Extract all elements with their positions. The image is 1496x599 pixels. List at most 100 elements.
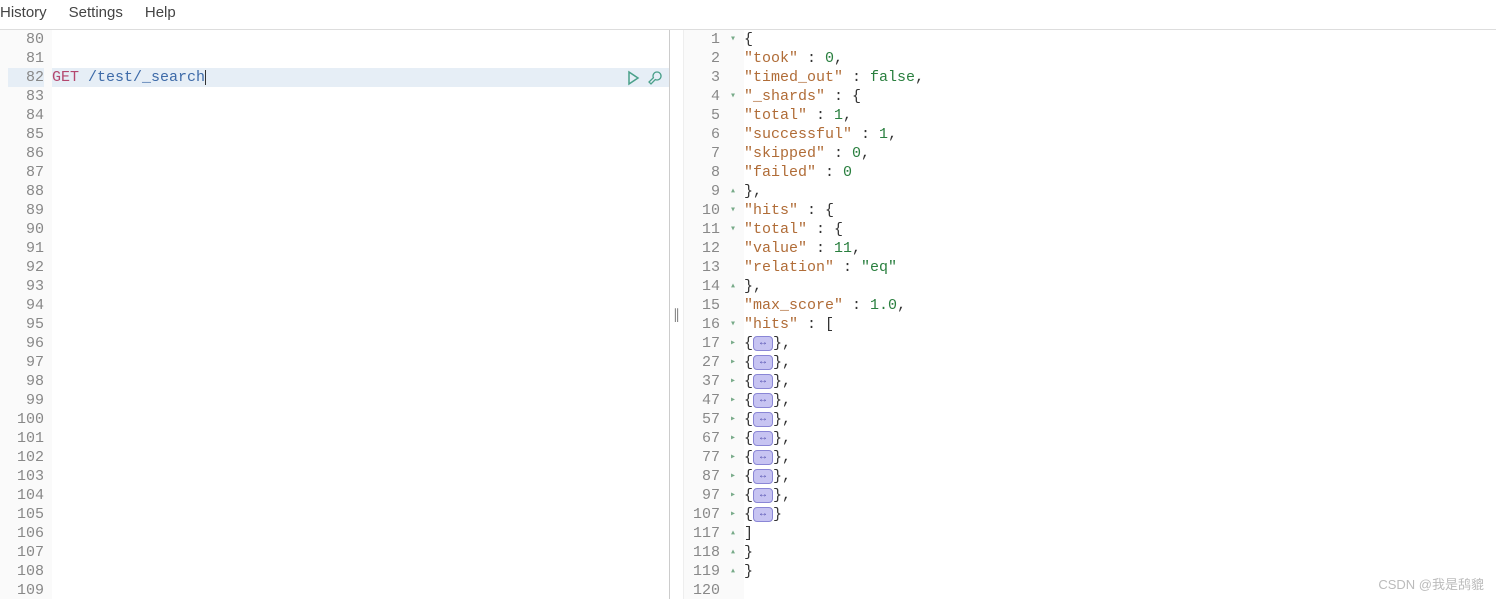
response-line: "timed_out" : false,	[744, 68, 1496, 87]
fold-toggle-icon[interactable]: ▴	[726, 562, 736, 581]
response-line: "relation" : "eq"	[744, 258, 1496, 277]
collapsed-object-icon[interactable]	[753, 374, 773, 389]
json-punctuation: },	[744, 277, 762, 296]
json-number: 1.0	[870, 296, 897, 315]
response-line: "total" : 1,	[744, 106, 1496, 125]
json-punctuation: },	[773, 372, 791, 391]
fold-toggle-icon[interactable]: ▸	[726, 486, 736, 505]
json-punctuation: : {	[798, 201, 834, 220]
response-line: {},	[744, 410, 1496, 429]
json-punctuation: {	[744, 429, 753, 448]
collapsed-object-icon[interactable]	[753, 431, 773, 446]
request-line[interactable]: GET /test/_search	[52, 68, 206, 87]
json-punctuation: {	[744, 391, 753, 410]
json-key: "relation"	[744, 258, 834, 277]
fold-toggle-icon[interactable]: ▸	[726, 410, 736, 429]
fold-toggle-icon[interactable]: ▴	[726, 182, 736, 201]
fold-toggle-icon[interactable]: ▸	[726, 353, 736, 372]
pane-divider[interactable]: ∥	[670, 30, 684, 599]
response-line: {},	[744, 486, 1496, 505]
json-punctuation: },	[773, 486, 791, 505]
json-punctuation: }	[744, 562, 753, 581]
fold-toggle-icon[interactable]: ▸	[726, 429, 736, 448]
response-line: {	[744, 30, 1496, 49]
wrench-icon[interactable]	[647, 70, 663, 86]
menu-history[interactable]: History	[0, 4, 47, 21]
menu-settings[interactable]: Settings	[69, 4, 123, 21]
collapsed-object-icon[interactable]	[753, 450, 773, 465]
request-gutter: 8081828384858687888990919293949596979899…	[0, 30, 52, 599]
json-key: "took"	[744, 49, 798, 68]
json-punctuation: : {	[807, 220, 843, 239]
json-number: 11	[834, 239, 852, 258]
collapsed-object-icon[interactable]	[753, 507, 773, 522]
response-line: "value" : 11,	[744, 239, 1496, 258]
json-key: "total"	[744, 106, 807, 125]
fold-toggle-icon[interactable]: ▾	[726, 220, 736, 239]
response-line: {},	[744, 429, 1496, 448]
json-punctuation: },	[773, 448, 791, 467]
json-key: "successful"	[744, 125, 852, 144]
json-punctuation: },	[744, 182, 762, 201]
http-method: GET	[52, 69, 79, 86]
request-code[interactable]: GET /test/_search	[52, 30, 669, 599]
response-line: },	[744, 182, 1496, 201]
fold-toggle-icon[interactable]: ▴	[726, 543, 736, 562]
response-line: "successful" : 1,	[744, 125, 1496, 144]
fold-toggle-icon[interactable]: ▸	[726, 467, 736, 486]
collapsed-object-icon[interactable]	[753, 393, 773, 408]
json-punctuation: }	[744, 543, 753, 562]
collapsed-object-icon[interactable]	[753, 355, 773, 370]
response-line: {},	[744, 448, 1496, 467]
json-key: "hits"	[744, 201, 798, 220]
fold-toggle-icon[interactable]: ▸	[726, 505, 736, 524]
collapsed-object-icon[interactable]	[753, 469, 773, 484]
menu-help[interactable]: Help	[145, 4, 176, 21]
response-line: "took" : 0,	[744, 49, 1496, 68]
json-punctuation: ,	[852, 239, 861, 258]
json-punctuation: ,	[888, 125, 897, 144]
fold-toggle-icon[interactable]: ▾	[726, 30, 736, 49]
fold-toggle-icon[interactable]: ▾	[726, 315, 736, 334]
json-punctuation: ]	[744, 524, 753, 543]
response-line: "hits" : {	[744, 201, 1496, 220]
json-punctuation: : [	[798, 315, 834, 334]
fold-toggle-icon[interactable]: ▸	[726, 372, 736, 391]
response-gutter: 1▾234▾56789▴10▾11▾121314▴1516▾17▸27▸37▸4…	[684, 30, 744, 599]
fold-toggle-icon[interactable]: ▸	[726, 334, 736, 353]
json-punctuation: :	[843, 68, 870, 87]
json-punctuation: {	[744, 467, 753, 486]
response-line: "_shards" : {	[744, 87, 1496, 106]
json-punctuation: {	[744, 372, 753, 391]
fold-toggle-icon[interactable]: ▸	[726, 448, 736, 467]
menubar: History Settings Help	[0, 0, 1496, 30]
response-code[interactable]: { "took" : 0, "timed_out" : false, "_sha…	[744, 30, 1496, 599]
json-number: 1	[879, 125, 888, 144]
json-key: "skipped"	[744, 144, 825, 163]
fold-toggle-icon[interactable]: ▾	[726, 87, 736, 106]
json-key: "total"	[744, 220, 807, 239]
fold-toggle-icon[interactable]: ▾	[726, 201, 736, 220]
fold-toggle-icon[interactable]: ▴	[726, 524, 736, 543]
json-number: 0	[852, 144, 861, 163]
json-punctuation: }	[773, 505, 782, 524]
json-punctuation: {	[744, 334, 753, 353]
json-punctuation: :	[852, 125, 879, 144]
json-punctuation: },	[773, 429, 791, 448]
fold-toggle-icon[interactable]: ▸	[726, 391, 736, 410]
request-editor[interactable]: 8081828384858687888990919293949596979899…	[0, 30, 670, 599]
response-line: "hits" : [	[744, 315, 1496, 334]
json-string: "eq"	[861, 258, 897, 277]
collapsed-object-icon[interactable]	[753, 336, 773, 351]
collapsed-object-icon[interactable]	[753, 488, 773, 503]
json-number: 0	[825, 49, 834, 68]
json-boolean: false	[870, 68, 915, 87]
response-line: {},	[744, 391, 1496, 410]
run-query-icon[interactable]	[625, 70, 641, 86]
json-punctuation: ,	[915, 68, 924, 87]
response-line: ]	[744, 524, 1496, 543]
collapsed-object-icon[interactable]	[753, 412, 773, 427]
json-punctuation: :	[843, 296, 870, 315]
json-punctuation: :	[825, 144, 852, 163]
fold-toggle-icon[interactable]: ▴	[726, 277, 736, 296]
